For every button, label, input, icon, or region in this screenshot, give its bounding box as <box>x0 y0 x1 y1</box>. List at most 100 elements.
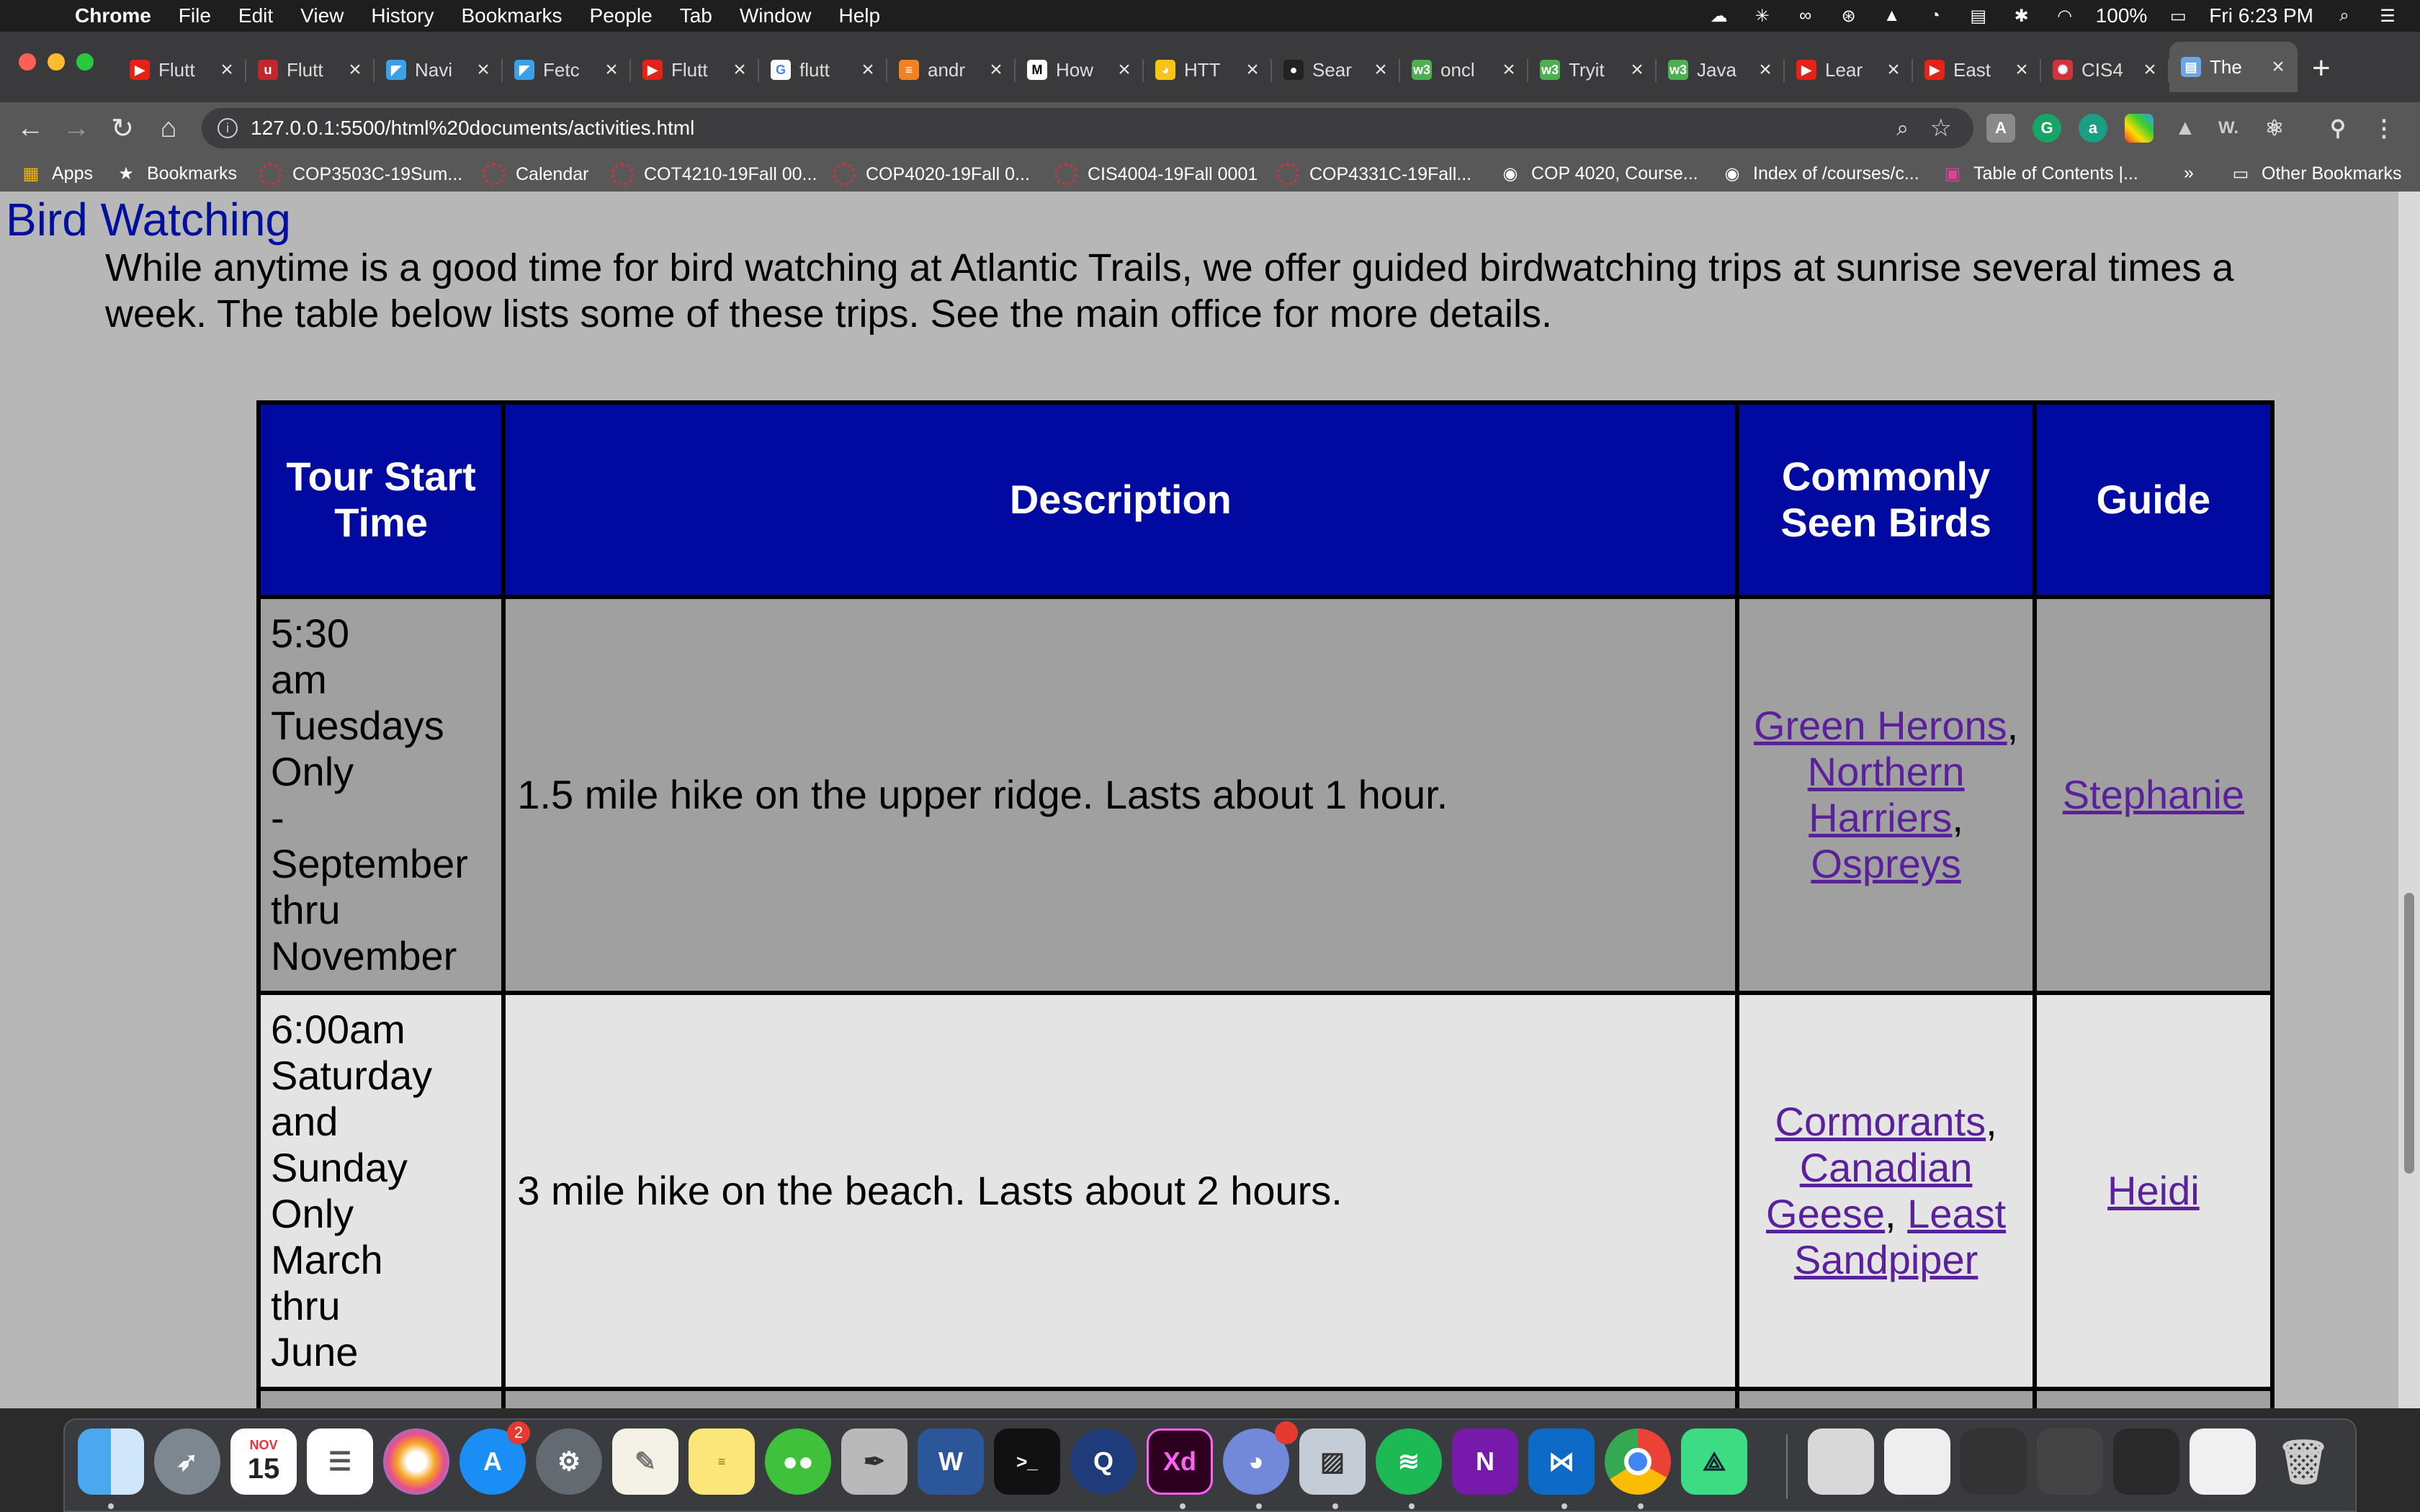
home-button[interactable]: ⌂ <box>147 107 190 150</box>
chrome-menu-icon[interactable]: ⋮ <box>2370 114 2398 143</box>
trash-icon[interactable]: 🗑 <box>2270 1428 2336 1495</box>
minimize-window-button[interactable] <box>48 53 65 71</box>
wifi-icon[interactable]: ◠ <box>2053 6 2077 26</box>
forward-button[interactable]: → <box>55 107 98 150</box>
browser-tab[interactable]: ≡ andr × <box>887 48 1016 92</box>
pen-tool-icon[interactable]: ✒ <box>841 1428 908 1495</box>
adobe-xd-icon[interactable]: Xd <box>1147 1428 1213 1495</box>
window-thumbnail[interactable] <box>1808 1428 1874 1495</box>
bookmark-cop3503c[interactable]: COP3503C-19Sum... <box>259 163 462 186</box>
bookmark-apps[interactable]: ▦ Apps <box>20 163 93 184</box>
url-text[interactable]: 127.0.0.1:5500/html%20documents/activiti… <box>251 117 694 140</box>
other-bookmarks[interactable]: ▭ Other Bookmarks <box>2230 163 2402 184</box>
menu-people[interactable]: People <box>590 4 653 27</box>
openai-icon[interactable]: ⊛ <box>1837 6 1861 26</box>
bookmark-cot4210[interactable]: COT4210-19Fall 00... <box>611 163 817 186</box>
browser-tab[interactable]: w3 Tryit × <box>1528 48 1657 92</box>
new-tab-button[interactable]: + <box>2312 50 2331 86</box>
browser-tab[interactable]: ▶ East × <box>1913 48 2041 92</box>
browser-tab[interactable]: ▤ The × <box>2169 42 2298 92</box>
close-tab-icon[interactable]: × <box>1500 58 1518 82</box>
bird-link[interactable]: Green Herons <box>1754 703 2007 748</box>
close-tab-icon[interactable]: × <box>987 58 1005 82</box>
drive-ext-icon[interactable]: ▲ <box>2171 114 2200 143</box>
close-tab-icon[interactable]: × <box>1628 58 1646 82</box>
bluetooth-icon[interactable]: ✱ <box>2009 6 2034 26</box>
bookmark-cis4004[interactable]: CIS4004-19Fall 0001 <box>1054 163 1258 186</box>
address-bar[interactable]: i 127.0.0.1:5500/html%20documents/activi… <box>202 108 1973 148</box>
menu-edit[interactable]: Edit <box>238 4 273 27</box>
close-tab-icon[interactable]: × <box>2141 58 2159 82</box>
close-tab-icon[interactable]: × <box>1756 58 1775 82</box>
colorzilla-icon[interactable] <box>2125 114 2154 143</box>
notification-center-icon[interactable]: ☰ <box>2375 6 2400 26</box>
grammarly-icon[interactable]: G <box>2033 114 2061 143</box>
onenote-icon[interactable]: N <box>1452 1428 1518 1495</box>
close-tab-icon[interactable]: × <box>2012 58 2031 82</box>
bookmark-calendar[interactable]: Calendar <box>483 163 588 186</box>
quicktime-icon[interactable]: Q <box>1070 1428 1137 1495</box>
reminders-icon[interactable]: ☰ <box>307 1428 373 1495</box>
menu-window[interactable]: Window <box>740 4 812 27</box>
extension-icon[interactable]: A <box>1986 114 2015 143</box>
close-tab-icon[interactable]: × <box>1371 58 1390 82</box>
bird-link[interactable]: Northern Harriers <box>1808 749 1965 840</box>
close-tab-icon[interactable]: × <box>1884 58 1903 82</box>
window-thumbnail[interactable] <box>1884 1428 1950 1495</box>
menu-app-chrome[interactable]: Chrome <box>75 4 151 27</box>
bookmark-star-icon[interactable]: ☆ <box>1930 114 1952 143</box>
menu-bookmarks[interactable]: Bookmarks <box>461 4 562 27</box>
close-tab-icon[interactable]: × <box>730 58 749 82</box>
vscode-icon[interactable]: ⋈ <box>1528 1428 1595 1495</box>
terminal-icon[interactable]: >_ <box>994 1428 1060 1495</box>
window-thumbnail[interactable] <box>2190 1428 2256 1495</box>
window-thumbnail[interactable] <box>1960 1428 2027 1495</box>
zoom-icon[interactable]: ⌕ <box>1896 117 1909 141</box>
chrome-icon[interactable] <box>1605 1428 1671 1495</box>
bird-link[interactable]: Ospreys <box>1811 841 1961 886</box>
battery-icon[interactable]: ▭ <box>2166 6 2190 26</box>
flag-us-icon[interactable]: ▤ <box>1966 6 1991 26</box>
profile-icon[interactable]: ⚲ <box>2323 114 2352 143</box>
bookmark-bookmarks[interactable]: ★ Bookmarks <box>115 163 237 184</box>
close-tab-icon[interactable]: × <box>474 58 493 82</box>
browser-tab[interactable]: M How × <box>1016 48 1144 92</box>
page-scrollbar[interactable] <box>2398 192 2420 1408</box>
window-thumbnail[interactable] <box>2113 1428 2179 1495</box>
battery-percent[interactable]: 100% <box>2096 4 2148 27</box>
browser-tab[interactable]: w3 Java × <box>1657 48 1785 92</box>
zoom-window-button[interactable] <box>76 53 94 71</box>
browser-tab[interactable]: ▶ Lear × <box>1785 48 1913 92</box>
browser-tab[interactable]: ▶ Flutt × <box>631 48 759 92</box>
close-tab-icon[interactable]: × <box>602 58 621 82</box>
close-tab-icon[interactable]: × <box>2269 55 2287 79</box>
browser-tab[interactable]: ◤ Fetc × <box>503 48 631 92</box>
spotify-icon[interactable]: ≋ <box>1376 1428 1442 1495</box>
calendar-icon[interactable]: NOV 15 <box>230 1428 297 1495</box>
browser-tab[interactable]: ◤ Navi × <box>375 48 503 92</box>
wechat-icon[interactable]: ●● <box>765 1428 831 1495</box>
back-button[interactable]: ← <box>9 107 52 150</box>
menu-history[interactable]: History <box>371 4 434 27</box>
menu-file[interactable]: File <box>179 4 211 27</box>
browser-tab[interactable]: Gflutt × <box>759 48 887 92</box>
browser-tab[interactable]: ▶ Flutt × <box>118 48 246 92</box>
sparkle-icon[interactable]: ✳ <box>1750 6 1775 26</box>
preview-icon[interactable]: ▨ <box>1299 1428 1366 1495</box>
browser-tab[interactable]: ◕ HTT × <box>1144 48 1272 92</box>
window-thumbnail[interactable] <box>2037 1428 2103 1495</box>
do-not-disturb-icon[interactable]: ◔ <box>1923 6 1948 26</box>
creative-cloud-icon[interactable]: ∞ <box>1793 6 1818 26</box>
browser-tab[interactable]: ● Sear × <box>1272 48 1400 92</box>
bookmark-index-courses[interactable]: ◉ Index of /courses/c... <box>1721 163 1919 184</box>
guide-link[interactable]: Stephanie <box>2063 772 2244 817</box>
word-icon[interactable]: W <box>918 1428 984 1495</box>
cloud-icon[interactable]: ☁ <box>1707 6 1731 26</box>
browser-tab[interactable]: w3 oncl × <box>1400 48 1528 92</box>
drive-icon[interactable]: ▲ <box>1880 6 1904 26</box>
android-studio-icon[interactable]: ⟁ <box>1681 1428 1747 1495</box>
finder-icon[interactable] <box>78 1428 144 1495</box>
close-window-button[interactable] <box>19 53 36 71</box>
browser-tab[interactable]: ✺ CIS4 × <box>2041 48 2169 92</box>
browser-tab[interactable]: u Flutt × <box>246 48 375 92</box>
